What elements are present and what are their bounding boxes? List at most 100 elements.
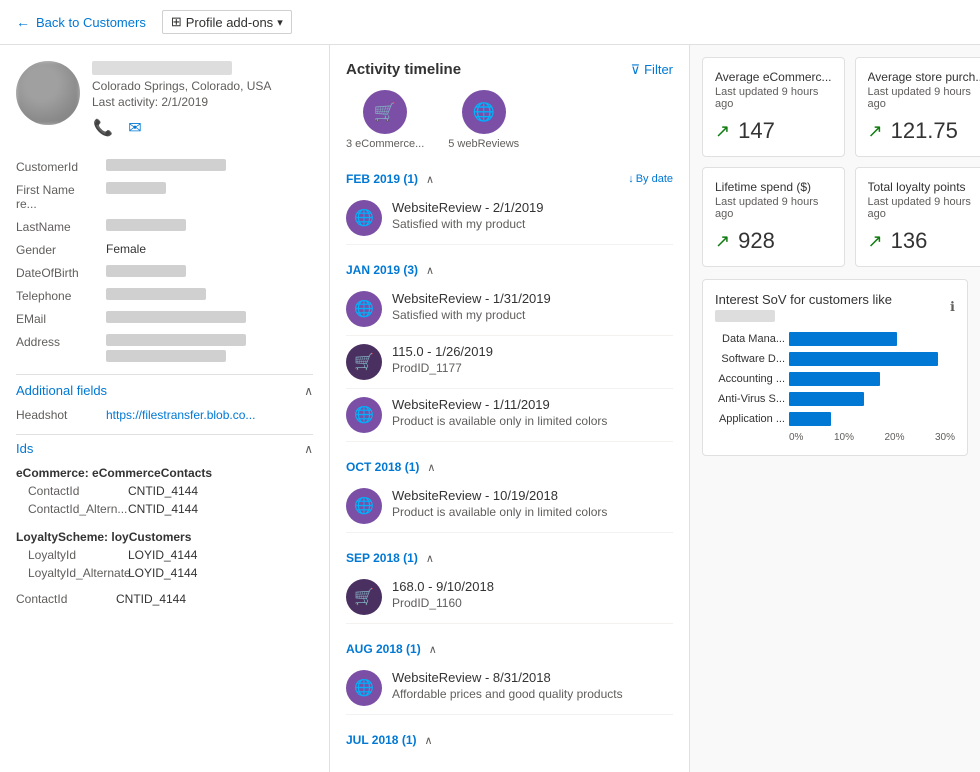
additional-fields-header[interactable]: Additional fields ∧ <box>16 374 313 404</box>
timeline-group-sep2018: SEP 2018 (1) ∧ 🛒 168.0 - 9/10/2018 ProdI… <box>346 545 673 624</box>
id-row-contactid-alt: ContactId_Altern... CNTID_4144 <box>16 500 313 518</box>
trend-up-icon-lifetime-spend: ↗ <box>715 231 730 252</box>
group-title-jul2018[interactable]: JUL 2018 (1) <box>346 733 416 747</box>
info-icon[interactable]: ℹ <box>950 299 955 315</box>
id-label-contact-bottom: ContactId <box>16 592 116 606</box>
field-value-telephone <box>106 288 313 303</box>
field-label-gender: Gender <box>16 242 106 257</box>
group-title-feb2019[interactable]: FEB 2019 (1) <box>346 172 418 186</box>
ecommerce-label: 3 eCommerce... <box>346 138 424 150</box>
chart-bar-label: Software D... <box>715 353 785 365</box>
headshot-value[interactable]: https://filestransfer.blob.co... <box>106 408 255 422</box>
timeline-item-title: WebsiteReview - 1/31/2019 <box>392 291 673 306</box>
sov-customer-name-blur <box>715 310 775 322</box>
back-to-customers-link[interactable]: ← Back to Customers <box>16 14 146 30</box>
field-value-customerid <box>106 159 313 174</box>
group-title-aug2018[interactable]: AUG 2018 (1) <box>346 642 421 656</box>
kpi-card-lifetime-spend: Lifetime spend ($) Last updated 9 hours … <box>702 167 845 267</box>
sov-title: Interest SoV for customers like <box>715 292 950 322</box>
kpi-card-loyalty-points: Total loyalty points Last updated 9 hour… <box>855 167 980 267</box>
chart-bar-label: Application ... <box>715 413 785 425</box>
profile-addons-button[interactable]: ⊞ Profile add-ons ▾ <box>162 10 292 34</box>
addons-chevron-icon: ▾ <box>277 16 283 29</box>
web-dot: 🌐 <box>346 200 382 236</box>
field-label-address: Address <box>16 334 106 349</box>
chart-bar-fill <box>789 372 880 386</box>
group-header-jan2019: JAN 2019 (3) ∧ <box>346 257 673 283</box>
chart-bar-container <box>789 412 955 426</box>
kpi-grid: Average eCommerc... Last updated 9 hours… <box>702 57 968 267</box>
timeline-item-content: 115.0 - 1/26/2019 ProdID_1177 <box>392 344 673 375</box>
cart-dot: 🛒 <box>346 344 382 380</box>
profile-last-activity: Last activity: 2/1/2019 <box>92 95 313 109</box>
id-value-contact-bottom: CNTID_4144 <box>116 592 186 606</box>
timeline-item: 🛒 115.0 - 1/26/2019 ProdID_1177 <box>346 336 673 389</box>
chart-bar-row: Software D... <box>715 352 955 366</box>
group-header-feb2019: FEB 2019 (1) ∧ ↓ By date <box>346 166 673 192</box>
trend-up-icon-avg-ecommerce: ↗ <box>715 121 730 142</box>
timeline-item-desc: Product is available only in limited col… <box>392 505 673 519</box>
trend-up-icon-avg-store: ↗ <box>868 121 883 142</box>
kpi-value-row-loyalty-points: ↗ 136 <box>868 228 980 254</box>
sort-by-date-button[interactable]: ↓ By date <box>628 173 673 185</box>
field-value-address <box>106 334 313 362</box>
field-row-telephone: Telephone <box>16 284 313 307</box>
kpi-title-avg-store: Average store purch... <box>868 70 980 84</box>
email-icon[interactable]: ✉ <box>124 117 146 139</box>
field-label-telephone: Telephone <box>16 288 106 303</box>
timeline-item-desc: ProdID_1177 <box>392 361 673 375</box>
profile-info: Colorado Springs, Colorado, USA Last act… <box>92 61 313 139</box>
kpi-value-avg-store: 121.75 <box>891 118 958 144</box>
group-title-sep2018[interactable]: SEP 2018 (1) <box>346 551 418 565</box>
kpi-card-avg-store: Average store purch... Last updated 9 ho… <box>855 57 980 157</box>
group-title-jan2019[interactable]: JAN 2019 (3) <box>346 263 418 277</box>
timeline-item-content: WebsiteReview - 8/31/2018 Affordable pri… <box>392 670 673 701</box>
field-label-email: EMail <box>16 311 106 326</box>
group-header-jul2018: JUL 2018 (1) ∧ <box>346 727 673 753</box>
field-value-firstname <box>106 182 313 197</box>
timeline-group-aug2018: AUG 2018 (1) ∧ 🌐 WebsiteReview - 8/31/20… <box>346 636 673 715</box>
filter-label: Filter <box>644 62 673 77</box>
x-label-30: 30% <box>935 432 955 443</box>
kpi-updated-avg-ecommerce: Last updated 9 hours ago <box>715 86 832 110</box>
kpi-title-avg-ecommerce: Average eCommerc... <box>715 70 832 84</box>
sov-title-text: Interest SoV for customers like <box>715 292 892 307</box>
field-label-lastname: LastName <box>16 219 106 234</box>
ids-section: Ids ∧ eCommerce: eCommerceContacts Conta… <box>16 434 313 608</box>
profile-name-blur <box>92 61 232 75</box>
field-row-lastname: LastName <box>16 215 313 238</box>
id-label-contactid-alt: ContactId_Altern... <box>28 502 128 516</box>
top-nav: ← Back to Customers ⊞ Profile add-ons ▾ <box>0 0 980 45</box>
timeline-item: 🌐 WebsiteReview - 1/11/2019 Product is a… <box>346 389 673 442</box>
kpi-value-avg-ecommerce: 147 <box>738 118 775 144</box>
id-value-loyaltyid-alt: LOYID_4144 <box>128 566 197 580</box>
customer-fields: CustomerId First Name re... LastName Gen… <box>16 155 313 366</box>
field-label-dob: DateOfBirth <box>16 265 106 280</box>
id-row-contactid: ContactId CNTID_4144 <box>16 482 313 500</box>
avatar-image <box>16 61 80 125</box>
additional-fields-title: Additional fields <box>16 383 107 398</box>
ecommerce-id-group: eCommerce: eCommerceContacts ContactId C… <box>16 462 313 518</box>
sov-card: Interest SoV for customers like ℹ Data M… <box>702 279 968 456</box>
cart-dot: 🛒 <box>346 579 382 615</box>
field-value-lastname <box>106 219 313 234</box>
web-dot: 🌐 <box>346 488 382 524</box>
group-chevron-feb2019-icon: ∧ <box>426 173 434 186</box>
field-row-firstname: First Name re... <box>16 178 313 215</box>
filter-button[interactable]: ⊽ Filter <box>631 62 673 78</box>
kpi-value-row-avg-store: ↗ 121.75 <box>868 118 980 144</box>
chart-bar-fill <box>789 332 897 346</box>
timeline-item-title: WebsiteReview - 8/31/2018 <box>392 670 673 685</box>
ids-section-title: Ids <box>16 441 33 456</box>
phone-icon[interactable]: 📞 <box>92 117 114 139</box>
timeline-item-content: WebsiteReview - 1/11/2019 Product is ava… <box>392 397 673 428</box>
activity-ecommerce[interactable]: 🛒 3 eCommerce... <box>346 90 424 150</box>
timeline-item-desc: Satisfied with my product <box>392 217 673 231</box>
activity-webreviews[interactable]: 🌐 5 webReviews <box>448 90 519 150</box>
timeline-item-title: WebsiteReview - 10/19/2018 <box>392 488 673 503</box>
ids-section-header[interactable]: Ids ∧ <box>16 434 313 462</box>
timeline-item: 🌐 WebsiteReview - 2/1/2019 Satisfied wit… <box>346 192 673 245</box>
id-value-loyaltyid: LOYID_4144 <box>128 548 197 562</box>
group-title-oct2018[interactable]: OCT 2018 (1) <box>346 460 419 474</box>
web-dot: 🌐 <box>346 397 382 433</box>
